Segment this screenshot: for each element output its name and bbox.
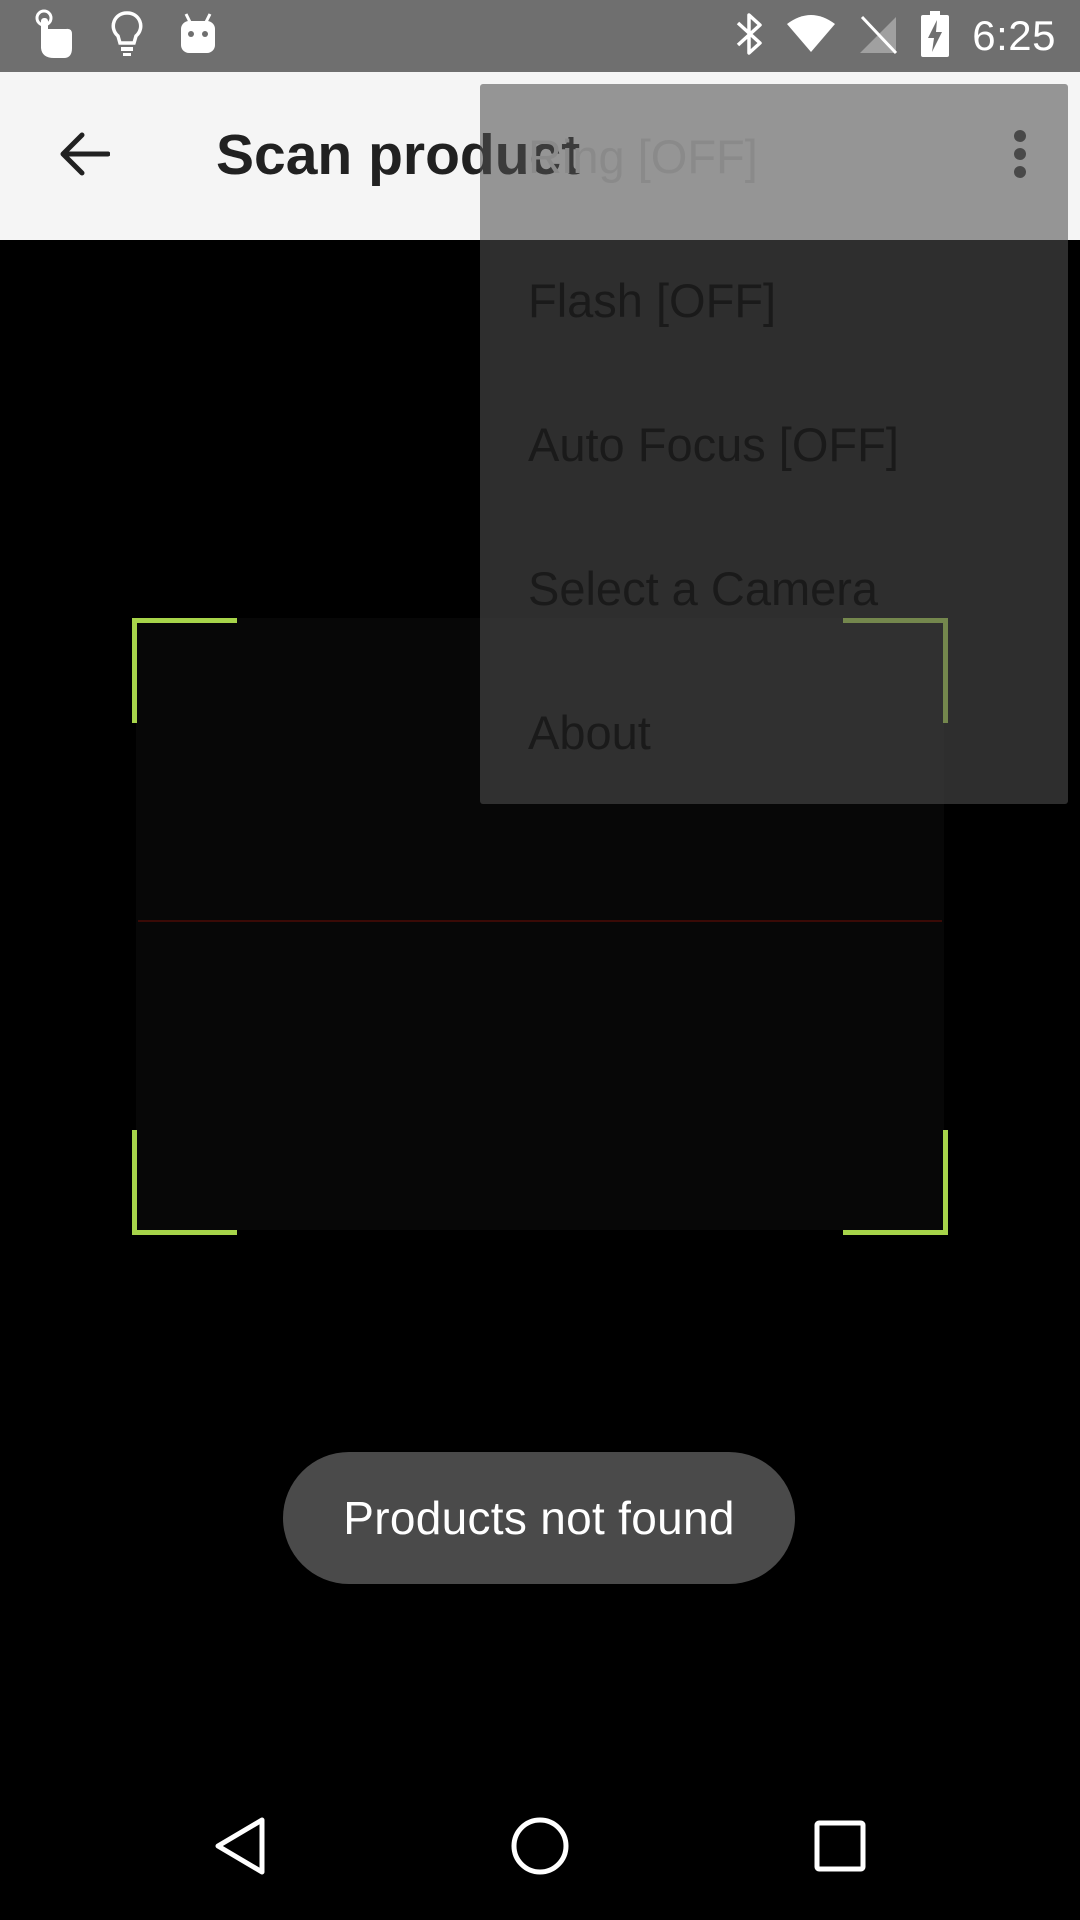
arrow-back-icon xyxy=(58,131,111,182)
status-time: 6:25 xyxy=(972,12,1056,59)
menu-item-label: About xyxy=(528,705,651,759)
battery-charging-icon xyxy=(920,10,950,63)
toast: Products not found xyxy=(283,1452,795,1584)
no-sim-icon xyxy=(858,13,898,60)
touch-icon xyxy=(30,8,76,65)
menu-item-select-camera[interactable]: Select a Camera xyxy=(480,516,1068,660)
menu-item-auto-focus[interactable]: Auto Focus [OFF] xyxy=(480,372,1068,516)
menu-item-flash[interactable]: Flash [OFF] xyxy=(480,228,1068,372)
viewfinder-corner-top-left xyxy=(132,618,237,723)
bluetooth-icon xyxy=(734,11,764,62)
lightbulb-icon xyxy=(110,10,144,63)
wifi-icon xyxy=(786,14,836,59)
toast-message: Products not found xyxy=(343,1492,735,1544)
menu-item-label: Ring [OFF] xyxy=(528,129,758,183)
system-icons: 6:25 xyxy=(734,10,1056,62)
nav-home-icon xyxy=(510,1816,570,1881)
menu-item-label: Auto Focus [OFF] xyxy=(528,417,899,471)
nav-back-button[interactable] xyxy=(192,1800,288,1896)
viewfinder-corner-bottom-right xyxy=(843,1130,948,1235)
menu-item-about[interactable]: About xyxy=(480,660,1068,804)
menu-item-label: Flash [OFF] xyxy=(528,273,777,327)
back-button[interactable] xyxy=(48,120,120,192)
nav-home-button[interactable] xyxy=(492,1800,588,1896)
overflow-menu: Ring [OFF] Flash [OFF] Auto Focus [OFF] … xyxy=(480,84,1068,804)
android-icon xyxy=(178,12,218,61)
viewfinder-corner-bottom-left xyxy=(132,1130,237,1235)
nav-recents-icon xyxy=(813,1819,867,1878)
nav-back-icon xyxy=(212,1816,268,1881)
screen: 6:25 Scan product Products not found Rin… xyxy=(0,0,1080,1920)
scanner-laser-line xyxy=(138,920,942,922)
menu-item-label: Select a Camera xyxy=(528,561,879,615)
menu-item-ring[interactable]: Ring [OFF] xyxy=(480,84,1068,228)
nav-recents-button[interactable] xyxy=(792,1800,888,1896)
notification-icons xyxy=(30,8,218,65)
status-bar: 6:25 xyxy=(0,0,1080,72)
navigation-bar xyxy=(0,1776,1080,1920)
